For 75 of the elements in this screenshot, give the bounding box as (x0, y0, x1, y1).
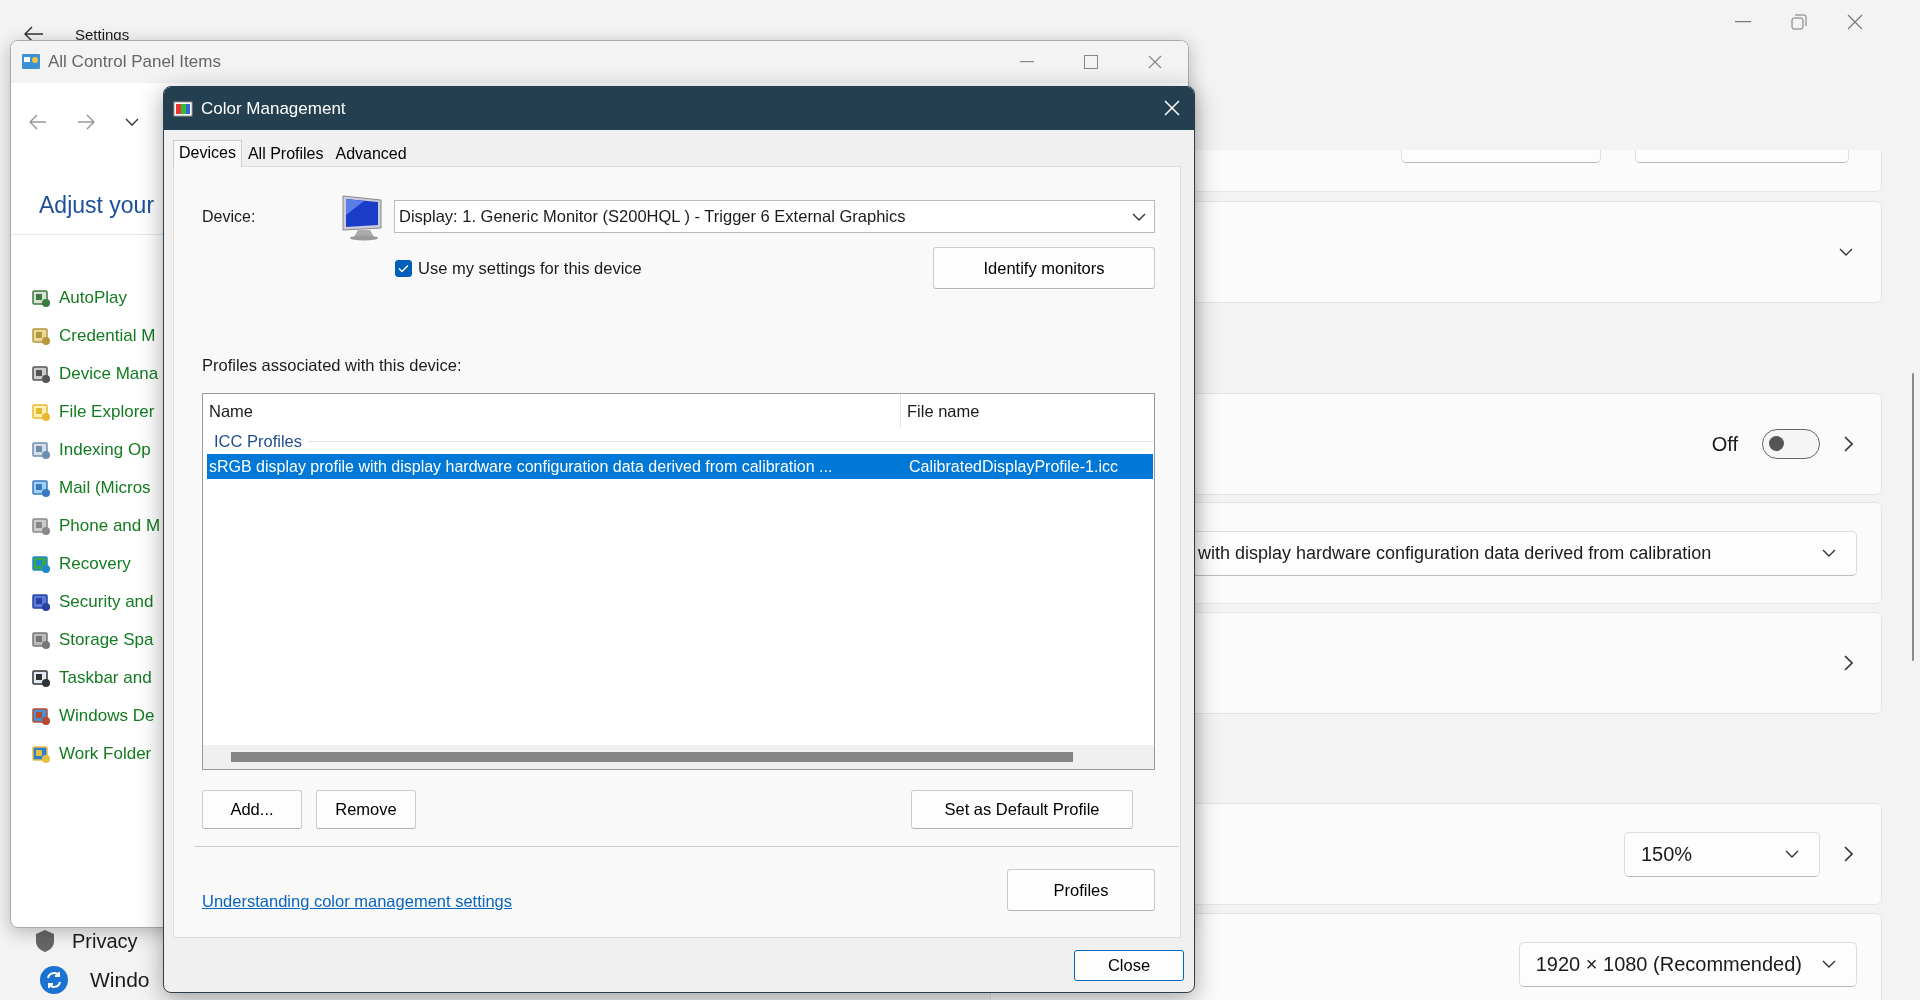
help-link[interactable]: Understanding color management settings (202, 892, 512, 911)
checkmark-icon (398, 263, 409, 273)
recent-locations-icon (125, 118, 139, 126)
checkbox[interactable] (395, 259, 412, 277)
control-panel-link[interactable]: File Explorer (59, 402, 155, 422)
back-icon[interactable] (24, 26, 44, 42)
section-label: Profiles associated with this device: (202, 355, 463, 375)
chevron-down-icon (1785, 850, 1799, 858)
control-panel-link[interactable]: Security and (59, 592, 154, 612)
horizontal-scrollbar[interactable] (203, 745, 1154, 769)
control-panel-icon (31, 592, 51, 612)
close-button[interactable]: Close (1074, 950, 1184, 981)
control-panel-icon (31, 554, 51, 574)
control-panel-link[interactable]: Indexing Op (59, 440, 151, 460)
column-header[interactable]: File name (901, 401, 980, 421)
dialog-button[interactable]: Remove (316, 790, 416, 829)
dropdown[interactable]: 1920 × 1080 (Recommended) (1518, 941, 1857, 987)
chevron-right-icon[interactable] (1844, 655, 1853, 671)
control-panel-link[interactable]: Recovery (59, 554, 131, 574)
control-panel-icon (31, 440, 51, 460)
control-panel-link[interactable]: Credential M (59, 326, 156, 346)
nav-item[interactable]: Privacy (72, 929, 138, 953)
maximize-icon[interactable] (1084, 55, 1098, 69)
control-panel-icon (31, 744, 51, 764)
chevron-down-icon (1839, 248, 1853, 256)
color-management-icon (173, 98, 193, 119)
control-panel-link[interactable]: Device Mana (59, 364, 159, 384)
tab[interactable]: Devices (173, 140, 242, 167)
minimize-icon[interactable] (1020, 61, 1034, 63)
page-heading: Adjust your (39, 192, 155, 220)
window-title: Color Management (201, 98, 346, 119)
set-default-button[interactable]: Set as Default Profile (911, 790, 1133, 829)
control-panel-link[interactable]: Windows De (59, 706, 155, 726)
control-panel-icon (31, 478, 51, 498)
control-panel-icon (31, 630, 51, 650)
control-panel-icon (31, 516, 51, 536)
control-panel-link[interactable]: Work Folder (59, 744, 152, 764)
device-dropdown[interactable]: Display: 1. Generic Monitor (S200HQL ) - Trigger 6 External Graphics (394, 200, 1155, 233)
dropdown[interactable]: 150% (1624, 831, 1820, 877)
toggle-state-label: Off (1711, 432, 1738, 456)
control-panel-link[interactable]: Taskbar and (59, 668, 152, 688)
profiles-button[interactable]: Profiles (1007, 869, 1155, 911)
control-panel-icon (31, 364, 51, 384)
identify-monitors-button[interactable]: Identify monitors (933, 247, 1155, 289)
dialog-button[interactable]: Add... (202, 790, 302, 829)
chevron-down-icon (1132, 212, 1146, 221)
sync-icon (40, 966, 68, 994)
column-header[interactable]: Name (203, 394, 901, 428)
control-panel-link[interactable]: Mail (Micros (59, 478, 151, 498)
chevron-right-icon[interactable] (1844, 436, 1853, 452)
shield-icon (34, 929, 56, 953)
minimize-icon[interactable] (1735, 21, 1751, 23)
chevron-down-icon (1822, 960, 1836, 968)
window-title: Settings (75, 26, 130, 43)
control-panel-link[interactable]: Phone and M (59, 516, 161, 536)
chevron-down-icon (1822, 549, 1836, 557)
restore-icon[interactable] (1791, 14, 1807, 30)
control-panel-link[interactable]: Storage Spa (59, 630, 154, 650)
scrollbar[interactable] (1912, 373, 1914, 661)
toggle-switch[interactable] (1762, 429, 1820, 459)
list-row[interactable]: sRGB display profile with display hardware configuration data derived from calibration ... CalibratedDisplayProfile-1.icc (207, 454, 1153, 479)
control-panel-icon (31, 288, 51, 308)
control-panel-icon (31, 706, 51, 726)
control-panel-icon (21, 53, 41, 71)
nav-item[interactable]: Windo (90, 968, 150, 992)
field-label: Device: (202, 207, 257, 226)
chevron-right-icon[interactable] (1844, 846, 1853, 862)
checkbox-label[interactable]: Use my settings for this device (418, 258, 642, 278)
control-panel-icon (31, 402, 51, 422)
group-header: ICC Profiles (214, 431, 303, 451)
control-panel-icon (31, 326, 51, 346)
forward-icon[interactable] (77, 114, 95, 130)
window-title: All Control Panel Items (48, 52, 221, 72)
control-panel-icon (31, 668, 51, 688)
control-panel-link[interactable]: AutoPlay (59, 288, 128, 308)
